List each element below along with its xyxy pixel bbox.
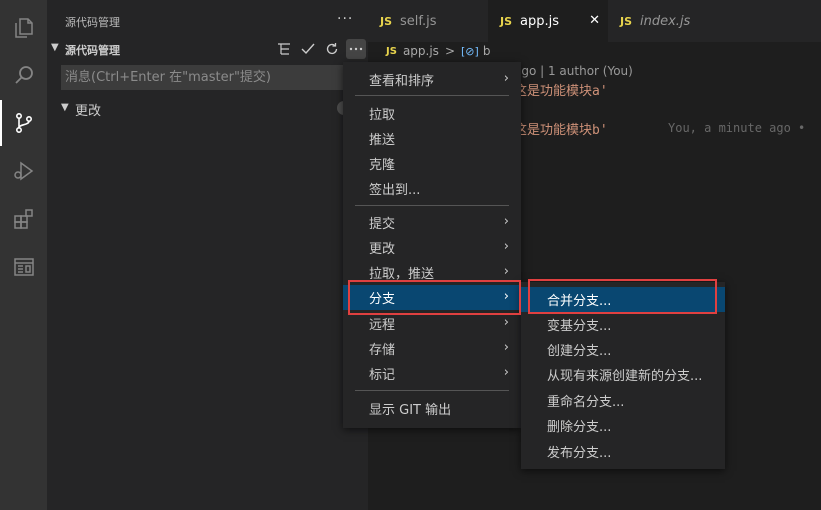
js-file-icon: JS (380, 14, 393, 28)
extensions-icon[interactable] (0, 196, 47, 242)
menu-item-clone[interactable]: 克隆 (343, 151, 521, 176)
more-actions-icon[interactable] (346, 39, 366, 59)
breadcrumb-file[interactable]: app.js (403, 44, 439, 58)
sidebar-more-button[interactable]: ··· (337, 11, 353, 27)
chevron-right-icon: › (503, 340, 509, 355)
tab-label: index.js (640, 13, 691, 29)
breadcrumb-separator: > (444, 44, 455, 58)
run-debug-icon[interactable] (0, 148, 47, 194)
js-file-icon: JS (386, 45, 397, 57)
editor-tab-bar: JS self.js JS app.js ✕ JS index.js (368, 0, 821, 42)
menu-item-stash[interactable]: 存储 › (343, 336, 521, 361)
menu-separator (355, 95, 509, 96)
remote-explorer-icon[interactable] (0, 244, 47, 290)
menu-separator (355, 390, 509, 391)
refresh-icon[interactable] (320, 38, 344, 60)
tab-label: self.js (400, 13, 437, 29)
code-line: 这是功能模块b' (514, 123, 608, 138)
menu-item-push[interactable]: 推送 (343, 126, 521, 151)
menu-item-show-git-output[interactable]: 显示 GIT 输出 (343, 396, 521, 421)
code-line: 这是功能模块a' (514, 84, 608, 99)
chevron-right-icon: › (503, 239, 509, 254)
chevron-right-icon: › (503, 365, 509, 380)
explorer-icon[interactable] (0, 5, 47, 51)
chevron-down-icon: ▼ (51, 42, 59, 53)
view-as-tree-icon[interactable] (272, 38, 296, 60)
variable-icon: [⊘] (461, 44, 479, 58)
tab-app-js[interactable]: JS app.js ✕ (488, 0, 608, 42)
menu-item-changes[interactable]: 更改 › (343, 235, 521, 260)
chevron-right-icon: › (503, 264, 509, 279)
menu-item-tags[interactable]: 标记 › (343, 361, 521, 386)
changes-group[interactable]: ▼ 更改 (47, 98, 368, 120)
sidebar-title: 源代码管理 (65, 16, 120, 29)
highlight-box-merge (528, 279, 717, 314)
breadcrumb: JS app.js > [⊘] b (386, 42, 490, 60)
codelens-authors[interactable]: ago | 1 author (You) (514, 64, 633, 78)
js-file-icon: JS (620, 14, 633, 28)
breadcrumb-symbol[interactable]: b (483, 44, 491, 58)
activity-bar (0, 0, 47, 510)
menu-item-delete-branch[interactable]: 删除分支... (521, 413, 725, 438)
chevron-down-icon: ▼ (61, 102, 69, 113)
menu-item-view-sort[interactable]: 查看和排序 › (343, 67, 521, 92)
changes-label: 更改 (75, 104, 102, 119)
source-control-icon[interactable] (0, 100, 47, 146)
scm-context-menu: 查看和排序 › 拉取 推送 克隆 签出到... 提交 › 更改 › 拉取，推送 › 分支… (343, 62, 521, 428)
chevron-right-icon: › (503, 214, 509, 229)
scm-section-header[interactable]: ▼ 源代码管理 (47, 38, 368, 60)
highlight-box-branch (348, 280, 521, 315)
menu-item-publish-branch[interactable]: 发布分支... (521, 439, 725, 464)
menu-item-commit[interactable]: 提交 › (343, 210, 521, 235)
js-file-icon: JS (500, 14, 513, 28)
chevron-right-icon: › (503, 71, 509, 86)
commit-check-icon[interactable] (296, 38, 320, 60)
menu-item-checkout[interactable]: 签出到... (343, 176, 521, 201)
menu-item-rebase-branch[interactable]: 变基分支... (521, 312, 725, 337)
menu-item-pull[interactable]: 拉取 (343, 101, 521, 126)
commit-message-input[interactable] (61, 65, 361, 90)
menu-separator (355, 205, 509, 206)
scm-section-title: 源代码管理 (65, 44, 120, 57)
tab-label: app.js (520, 13, 560, 29)
tab-index-js[interactable]: JS index.js (608, 0, 728, 42)
menu-item-create-branch[interactable]: 创建分支... (521, 337, 725, 362)
git-blame-annotation: You, a minute ago • (668, 121, 806, 135)
menu-item-create-branch-from[interactable]: 从现有来源创建新的分支... (521, 362, 725, 387)
tab-self-js[interactable]: JS self.js (368, 0, 488, 42)
search-icon[interactable] (0, 52, 47, 98)
chevron-right-icon: › (503, 315, 509, 330)
source-control-sidebar: 源代码管理 ··· ▼ 源代码管理 ▼ 更改 (47, 0, 368, 510)
menu-item-rename-branch[interactable]: 重命名分支... (521, 388, 725, 413)
close-icon[interactable]: ✕ (589, 13, 600, 28)
